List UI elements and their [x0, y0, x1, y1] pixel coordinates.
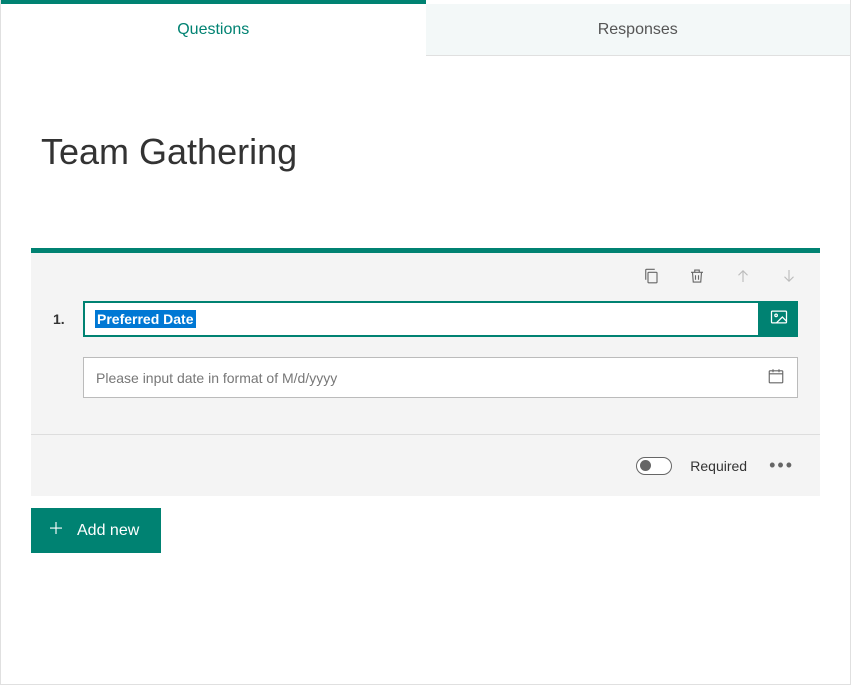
- question-number: 1.: [53, 311, 71, 327]
- question-toolbar: [31, 253, 820, 293]
- form-title[interactable]: Team Gathering: [41, 131, 850, 173]
- required-toggle[interactable]: [636, 457, 672, 475]
- plus-icon: [47, 519, 65, 542]
- arrow-up-icon[interactable]: [734, 267, 752, 285]
- arrow-down-icon[interactable]: [780, 267, 798, 285]
- insert-image-button[interactable]: [760, 301, 798, 337]
- tab-questions[interactable]: Questions: [1, 4, 426, 56]
- more-options-icon[interactable]: •••: [765, 455, 798, 476]
- tab-responses[interactable]: Responses: [426, 4, 851, 56]
- required-label: Required: [690, 458, 747, 474]
- toggle-knob: [640, 460, 651, 471]
- image-icon: [769, 307, 789, 332]
- date-placeholder: Please input date in format of M/d/yyyy: [96, 370, 337, 386]
- add-new-button[interactable]: Add new: [31, 508, 161, 553]
- tabs: Questions Responses: [1, 4, 850, 56]
- trash-icon[interactable]: [688, 267, 706, 285]
- date-answer-field: Please input date in format of M/d/yyyy: [83, 357, 798, 398]
- calendar-icon: [767, 367, 785, 388]
- question-card: 1. Preferred Date Please input date in f…: [31, 248, 820, 496]
- copy-icon[interactable]: [642, 267, 660, 285]
- question-title-input[interactable]: Preferred Date: [83, 301, 760, 337]
- add-new-label: Add new: [77, 522, 139, 540]
- question-title-text: Preferred Date: [95, 310, 196, 328]
